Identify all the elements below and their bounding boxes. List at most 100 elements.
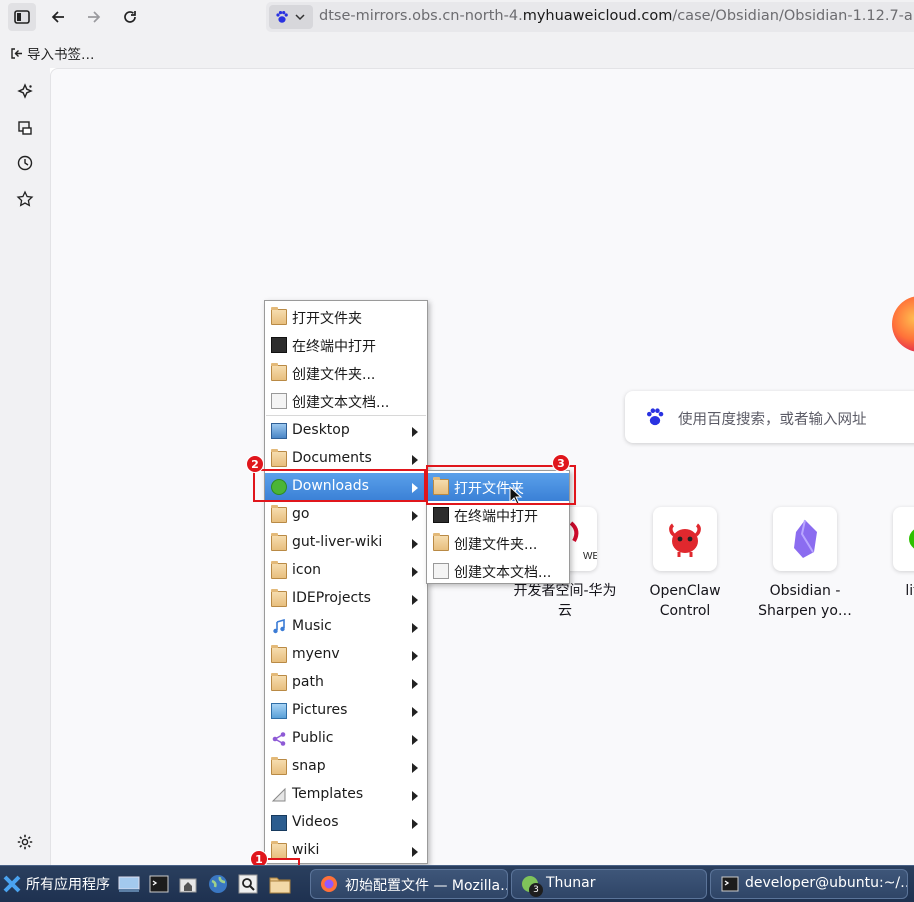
- tile-label: 开发者空间-华为云: [513, 583, 617, 619]
- new-document-icon: [271, 393, 287, 409]
- folder-icon: [271, 841, 287, 859]
- import-icon: [11, 47, 22, 59]
- menu-item-open-terminal[interactable]: 在终端中打开: [265, 331, 427, 359]
- share-icon: [271, 731, 287, 747]
- menu-item-label: Desktop: [292, 422, 350, 438]
- web-browser-launcher-icon[interactable]: [206, 872, 230, 896]
- submenu-arrow-icon: [412, 511, 418, 521]
- task-firefox[interactable]: 初始配置文件 — Mozilla…: [310, 869, 508, 899]
- folder-context-menu: 打开文件夹 在终端中打开 创建文件夹... 创建文本文档... Desktop …: [264, 300, 428, 864]
- menu-item-label: 在终端中打开: [292, 339, 376, 355]
- reload-button[interactable]: [116, 3, 144, 31]
- menu-item-label: Public: [292, 730, 334, 746]
- new-document-icon: [433, 563, 449, 579]
- menu-item-label: Music: [292, 618, 332, 634]
- search-placeholder: 使用百度搜索，或者输入网址: [678, 412, 867, 428]
- submenu-arrow-icon: [412, 819, 418, 829]
- home-folder-launcher-icon[interactable]: [176, 872, 200, 896]
- import-bookmarks-button[interactable]: 导入书签…: [10, 43, 95, 63]
- synced-tabs-icon[interactable]: [14, 117, 36, 139]
- menu-folder-snap[interactable]: snap: [265, 753, 427, 781]
- xfce-logo-icon: [3, 875, 21, 893]
- huawei-logo-text: WEI: [583, 551, 597, 562]
- templates-ruler-icon: [271, 787, 287, 803]
- terminal-launcher-icon[interactable]: [147, 872, 171, 896]
- submenu-arrow-icon: [412, 567, 418, 577]
- music-note-icon: [271, 618, 287, 635]
- back-button[interactable]: [44, 3, 72, 31]
- menu-folder-myenv[interactable]: myenv: [265, 641, 427, 669]
- menu-folder-videos[interactable]: Videos: [265, 809, 427, 837]
- settings-gear-icon[interactable]: [14, 831, 36, 853]
- menu-item-label: go: [292, 506, 310, 522]
- menu-item-open-folder[interactable]: 打开文件夹: [265, 303, 427, 331]
- app-finder-launcher-icon[interactable]: [236, 872, 260, 896]
- desktop-icon: [271, 423, 287, 439]
- submenu-arrow-icon: [412, 623, 418, 633]
- show-desktop-icon[interactable]: [117, 872, 141, 896]
- task-label: developer@ubuntu:~/…: [745, 875, 908, 891]
- menu-folder-ideprojects[interactable]: IDEProjects: [265, 585, 427, 613]
- terminal-icon: [721, 876, 739, 892]
- menu-folder-templates[interactable]: Templates: [265, 781, 427, 809]
- baidu-paw-icon: [647, 408, 664, 426]
- menu-item-label: Templates: [292, 786, 364, 802]
- url-text[interactable]: dtse-mirrors.obs.cn-north-4.myhuaweiclou…: [319, 8, 914, 24]
- folder-icon: [271, 673, 287, 691]
- submenu-arrow-icon: [412, 595, 418, 605]
- shortcut-tile-obsidian[interactable]: Obsidian - Sharpen yo…: [750, 507, 860, 621]
- menu-item-label: 创建文件夹...: [292, 367, 376, 383]
- bookmarks-star-icon[interactable]: [14, 188, 36, 210]
- annotation-badge-2: 2: [246, 455, 264, 473]
- menu-folder-public[interactable]: Public: [265, 725, 427, 753]
- folder-icon: [271, 645, 287, 663]
- submenu-arrow-icon: [412, 455, 418, 465]
- pictures-icon: [271, 703, 287, 719]
- applications-menu-button[interactable]: 所有应用程序: [2, 870, 110, 898]
- menu-item-label: myenv: [292, 646, 340, 662]
- arrow-right-icon: [88, 11, 101, 23]
- search-input[interactable]: 使用百度搜索，或者输入网址: [625, 391, 914, 443]
- menu-item-create-document[interactable]: 创建文本文档...: [265, 387, 427, 415]
- submenu-item-open-terminal[interactable]: 在终端中打开: [427, 501, 569, 529]
- window-count-badge: 3: [529, 883, 543, 897]
- menu-folder-go[interactable]: go: [265, 501, 427, 529]
- sidebar-icon: [14, 10, 30, 24]
- menu-folder-music[interactable]: Music: [265, 613, 427, 641]
- url-bar[interactable]: dtse-mirrors.obs.cn-north-4.myhuaweiclou…: [266, 2, 914, 32]
- forward-button[interactable]: [80, 3, 108, 31]
- submenu-item-create-document[interactable]: 创建文本文档...: [427, 557, 569, 585]
- reload-icon: [124, 11, 136, 23]
- menu-folder-gut-liver-wiki[interactable]: gut-liver-wiki: [265, 529, 427, 557]
- shortcut-tile-liteap[interactable]: liteap: [870, 507, 914, 601]
- annotation-box-2: [253, 469, 426, 502]
- ai-chatbot-icon[interactable]: [14, 81, 36, 103]
- menu-folder-desktop[interactable]: Desktop: [265, 417, 427, 445]
- menu-item-label: wiki: [292, 842, 320, 858]
- file-manager-launcher-icon[interactable]: [268, 872, 292, 896]
- history-clock-icon[interactable]: [14, 152, 36, 174]
- sidebar-toggle-button[interactable]: [8, 3, 36, 31]
- tile-label: Obsidian - Sharpen yo…: [758, 583, 852, 619]
- menu-item-label: Documents: [292, 450, 372, 466]
- menu-item-label: IDEProjects: [292, 590, 371, 606]
- menu-item-label: snap: [292, 758, 326, 774]
- bookmarks-bar: 导入书签…: [0, 34, 914, 68]
- task-terminal[interactable]: developer@ubuntu:~/…: [710, 869, 908, 899]
- submenu-item-create-folder[interactable]: 创建文件夹...: [427, 529, 569, 557]
- task-label: Thunar: [546, 875, 596, 891]
- obsidian-crystal-icon: [773, 507, 837, 571]
- shortcut-tile-openclaw[interactable]: OpenClaw Control: [630, 507, 740, 621]
- menu-folder-path[interactable]: path: [265, 669, 427, 697]
- site-identity-button[interactable]: [269, 5, 313, 29]
- submenu-arrow-icon: [412, 539, 418, 549]
- browser-sidebar: [0, 68, 50, 865]
- menu-folder-icon[interactable]: icon: [265, 557, 427, 585]
- annotation-badge-3: 3: [552, 454, 570, 472]
- start-label: 所有应用程序: [26, 877, 110, 893]
- task-thunar[interactable]: 3 Thunar: [511, 869, 707, 899]
- menu-item-label: Videos: [292, 814, 339, 830]
- submenu-arrow-icon: [412, 707, 418, 717]
- menu-item-create-folder[interactable]: 创建文件夹...: [265, 359, 427, 387]
- menu-folder-pictures[interactable]: Pictures: [265, 697, 427, 725]
